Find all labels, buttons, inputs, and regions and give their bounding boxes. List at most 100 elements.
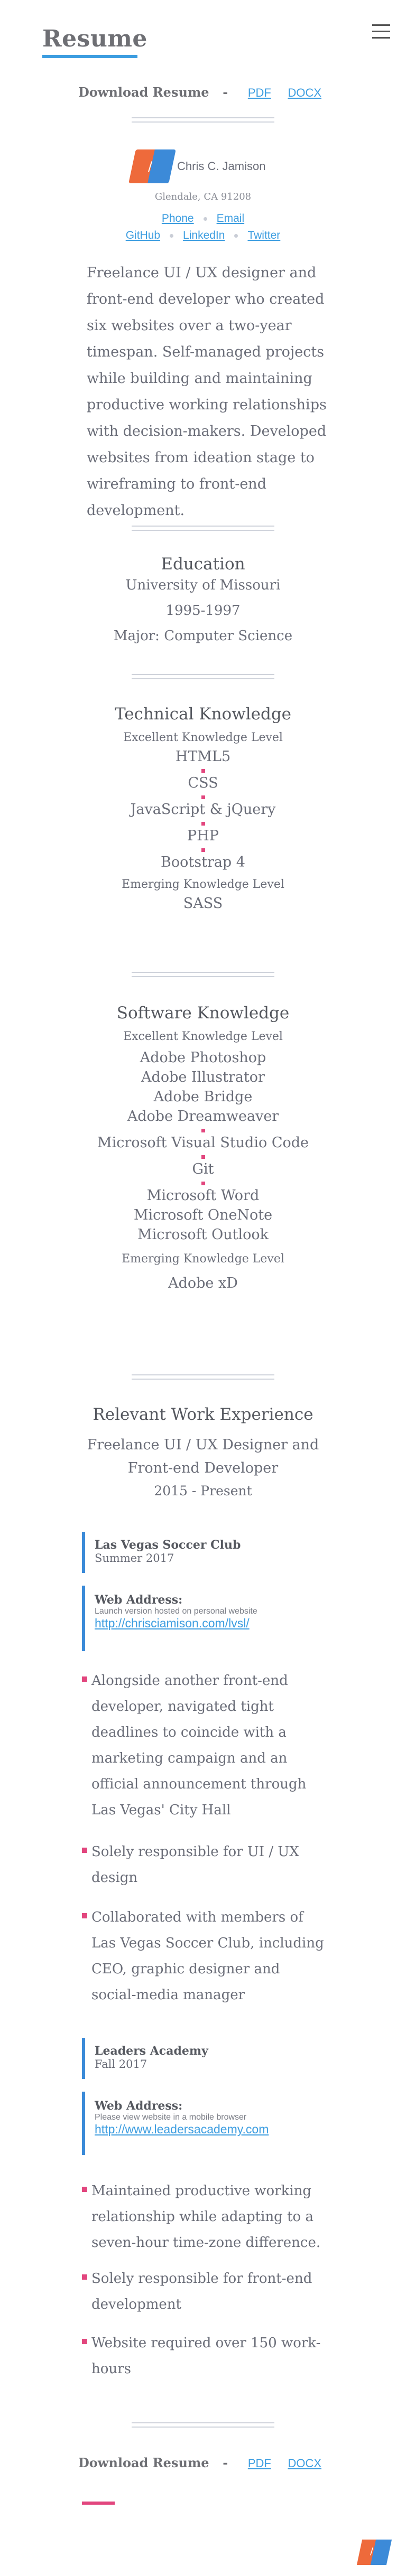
software-section: Software Knowledge Excellent Knowledge L…: [0, 1004, 406, 1291]
linkedin-link[interactable]: LinkedIn: [183, 229, 225, 241]
web-address-link[interactable]: http://chrisciamison.com/lvsl/: [95, 1616, 250, 1630]
download-docx-link[interactable]: DOCX: [288, 86, 321, 99]
education-major: Major: Computer Science: [113, 628, 293, 644]
bullet-text: Website required over 150 work-hours: [91, 2335, 321, 2377]
web-address-label: Web Address:: [95, 1593, 183, 1607]
separator-dot: [201, 1129, 205, 1132]
email-link[interactable]: Email: [217, 212, 245, 224]
bullet-marker: [82, 2339, 87, 2344]
separator-dot: [201, 795, 205, 799]
separator-dot: [201, 1182, 205, 1185]
download-row-top: Download Resume - PDF DOCX: [0, 85, 406, 100]
software-git: Git: [192, 1161, 214, 1177]
download-label: Download Resume: [78, 2455, 209, 2470]
download-docx-link[interactable]: DOCX: [288, 2457, 321, 2470]
job-client-card: Leaders Academy Fall 2017: [82, 2038, 325, 2079]
divider: [132, 526, 274, 531]
divider: [132, 2422, 274, 2428]
divider: [132, 972, 274, 977]
education-school: University of Missouri: [125, 577, 281, 593]
bullet-text: Alongside another front-end developer, n…: [91, 1673, 307, 1818]
separator-dot: [170, 233, 174, 238]
web-address-note: Launch version hosted on personal websit…: [95, 1607, 257, 1616]
divider: [132, 1374, 274, 1380]
technical-emerging-label: Emerging Knowledge Level: [122, 878, 284, 891]
experience-role-line1: Freelance UI / UX Designer and: [87, 1437, 319, 1453]
software-adobe-dreamweaver: Adobe Dreamweaver: [127, 1108, 279, 1125]
software-title: Software Knowledge: [116, 1004, 290, 1023]
software-adobe-photoshop: Adobe Photoshop: [140, 1050, 266, 1066]
skill-html5: HTML5: [175, 748, 231, 765]
logo-mark: /: [148, 159, 153, 174]
job-client-card: Las Vegas Soccer Club Summer 2017: [82, 1532, 325, 1573]
separator-dot: [203, 217, 207, 221]
experience-section: Relevant Work Experience Freelance UI / …: [0, 1405, 406, 1498]
web-address-note: Please view website in a mobile browser: [95, 2113, 247, 2122]
job-web-card: Web Address: Please view website in a mo…: [82, 2092, 325, 2155]
title-underline: [42, 55, 137, 58]
software-emerging-label: Emerging Knowledge Level: [122, 1252, 284, 1266]
education-years: 1995-1997: [165, 603, 241, 619]
separator-dot: [201, 1155, 205, 1159]
social-links-row: GitHub LinkedIn Twitter: [0, 229, 406, 242]
download-dash: -: [223, 2455, 228, 2470]
page-header: Resume: [0, 0, 406, 79]
technical-section: Technical Knowledge Excellent Knowledge …: [0, 705, 406, 912]
job-web-card: Web Address: Launch version hosted on pe…: [82, 1586, 325, 1651]
corner-logo[interactable]: /: [356, 2540, 392, 2565]
technical-title: Technical Knowledge: [114, 705, 292, 724]
download-row-bottom: Download Resume - PDF DOCX: [0, 2455, 406, 2470]
technical-excellent-label: Excellent Knowledge Level: [123, 731, 283, 744]
divider: [132, 117, 274, 123]
experience-title: Relevant Work Experience: [93, 1405, 313, 1424]
github-link[interactable]: GitHub: [126, 229, 160, 241]
software-ms-word: Microsoft Word: [146, 1187, 260, 1204]
separator-dot: [201, 769, 205, 773]
software-excellent-label: Excellent Knowledge Level: [123, 1030, 283, 1043]
download-pdf-link[interactable]: PDF: [248, 2457, 271, 2470]
software-adobe-illustrator: Adobe Illustrator: [141, 1069, 265, 1085]
bullet-text: Collaborated with members of Las Vegas S…: [91, 1909, 324, 2003]
bullet-marker: [82, 2274, 87, 2280]
bullet-marker: [82, 2187, 87, 2192]
job-term: Summer 2017: [95, 1552, 174, 1565]
software-ms-outlook: Microsoft Outlook: [137, 1226, 269, 1243]
skill-php: PHP: [187, 828, 219, 844]
download-label: Download Resume: [78, 85, 209, 100]
job-client-name: Leaders Academy: [95, 2044, 208, 2058]
footer-accent-bar: [82, 2502, 115, 2505]
separator-dot: [201, 822, 205, 826]
bullet-marker: [82, 1848, 87, 1853]
bullet-text: Solely responsible for UI / UX design: [91, 1844, 299, 1886]
skill-bootstrap: Bootstrap 4: [161, 854, 245, 870]
divider: [132, 674, 274, 679]
contact-links-row: Phone Email: [0, 212, 406, 225]
web-address-label: Web Address:: [95, 2099, 183, 2113]
skill-sass: SASS: [183, 895, 223, 912]
education-title: Education: [161, 555, 245, 574]
bullet-text: Maintained productive working relationsh…: [91, 2183, 321, 2251]
download-dash: -: [223, 85, 228, 100]
phone-link[interactable]: Phone: [162, 212, 194, 224]
job-client-name: Las Vegas Soccer Club: [95, 1538, 241, 1552]
education-section: Education University of Missouri 1995-19…: [0, 555, 406, 649]
software-vscode: Microsoft Visual Studio Code: [97, 1135, 309, 1151]
software-adobe-bridge: Adobe Bridge: [153, 1089, 253, 1105]
skill-css: CSS: [188, 775, 218, 791]
summary-paragraph: Freelance UI / UX designer and front-end…: [87, 265, 327, 519]
hamburger-menu-icon[interactable]: [372, 24, 390, 40]
experience-dates: 2015 - Present: [154, 1483, 252, 1498]
experience-role-line2: Front-end Developer: [127, 1460, 279, 1476]
web-address-link[interactable]: http://www.leadersacademy.com: [95, 2122, 269, 2136]
bullet-marker: [82, 1676, 87, 1682]
skill-javascript: JavaScript & jQuery: [130, 801, 276, 818]
corner-logo-mark: /: [370, 2546, 374, 2557]
separator-dot: [234, 233, 238, 238]
twitter-link[interactable]: Twitter: [247, 229, 280, 241]
logo: /: [128, 149, 176, 183]
download-pdf-link[interactable]: PDF: [248, 86, 271, 99]
page-title: Resume: [42, 25, 147, 52]
contact-name: Chris C. Jamison: [177, 160, 266, 173]
job-term: Fall 2017: [95, 2058, 147, 2071]
contact-location: Glendale, CA 91208: [154, 191, 252, 202]
